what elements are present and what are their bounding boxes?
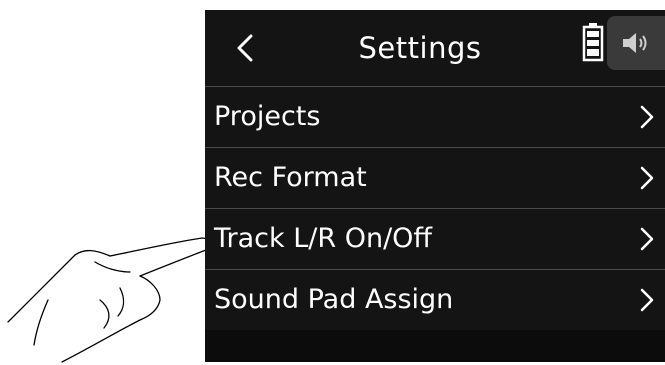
battery-icon: [582, 23, 604, 62]
chevron-left-icon: [237, 34, 253, 62]
chevron-right-icon: [640, 166, 654, 190]
chevron-right-icon: [640, 288, 654, 312]
menu-item-track-lr-on-off[interactable]: Track L/R On/Off: [205, 208, 665, 269]
speaker-button[interactable]: [607, 16, 665, 70]
menu-item-label: Track L/R On/Off: [214, 223, 433, 254]
back-button[interactable]: [223, 24, 267, 72]
menu-item-projects[interactable]: Projects: [205, 86, 665, 147]
menu-item-sound-pad-assign[interactable]: Sound Pad Assign: [205, 269, 665, 330]
chevron-right-icon: [640, 227, 654, 251]
speaker-icon: [623, 33, 647, 53]
menu-item-label: Sound Pad Assign: [214, 284, 454, 315]
page-title: Settings: [358, 31, 482, 65]
bottom-strip: [205, 330, 665, 362]
settings-header: Settings: [205, 10, 665, 86]
device-screen: Settings Projects Rec Format Track L/R O…: [205, 10, 665, 362]
manual-illustration: Settings Projects Rec Format Track L/R O…: [0, 0, 665, 365]
menu-item-rec-format[interactable]: Rec Format: [205, 147, 665, 208]
chevron-right-icon: [640, 105, 654, 129]
settings-menu: Projects Rec Format Track L/R On/Off Sou…: [205, 86, 665, 330]
menu-item-label: Rec Format: [214, 162, 367, 193]
menu-item-label: Projects: [214, 101, 321, 132]
